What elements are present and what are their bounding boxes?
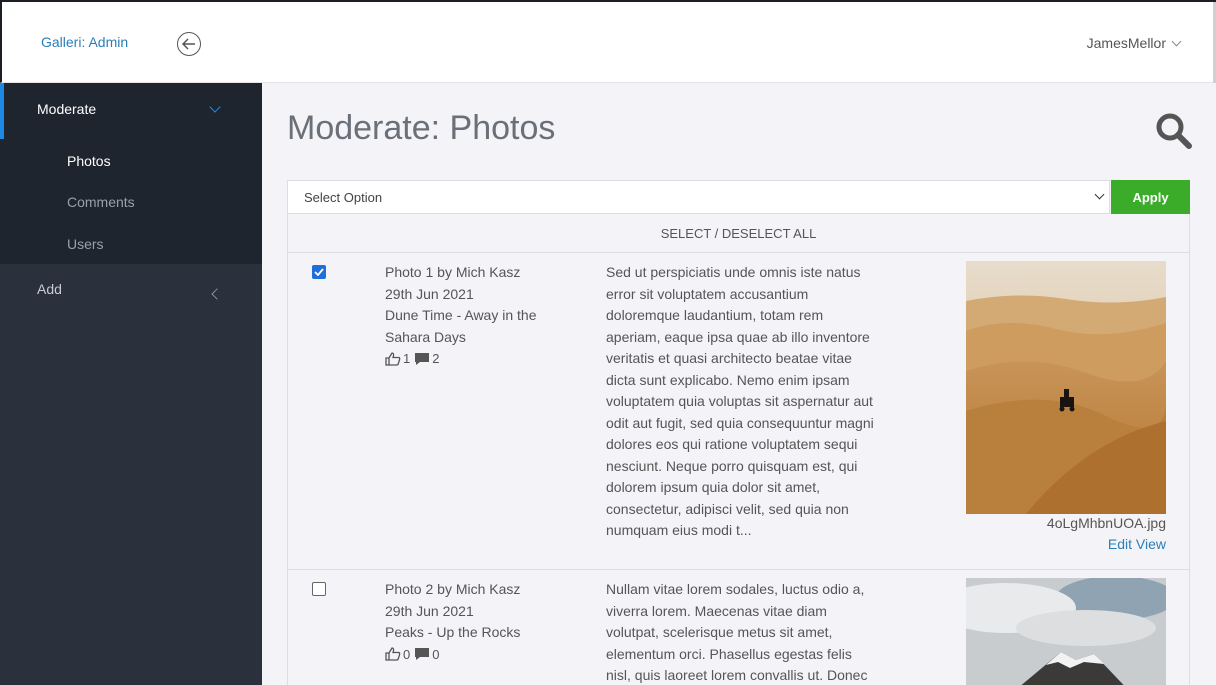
row-checkbox[interactable] bbox=[312, 265, 326, 279]
select-value: Select Option bbox=[304, 190, 383, 205]
sidebar-submenu: Photos Comments Users bbox=[0, 139, 262, 264]
user-name: JamesMellor bbox=[1086, 35, 1166, 51]
like-count: 0 bbox=[403, 646, 411, 662]
page-title: Moderate: Photos bbox=[287, 109, 556, 147]
like-count: 1 bbox=[403, 351, 411, 366]
photo-date: 29th Jun 2021 bbox=[385, 285, 474, 302]
thumbs-up-icon bbox=[385, 352, 401, 366]
arrow-left-icon bbox=[182, 38, 195, 50]
photo-caption: Dune Time - Away in the Sahara Days bbox=[385, 307, 537, 345]
photo-title: Photo 1 by Mich Kasz bbox=[385, 264, 521, 280]
photo-title: Photo 2 by Mich Kasz bbox=[385, 581, 521, 597]
comment-icon bbox=[415, 352, 430, 365]
comment-count: 2 bbox=[432, 351, 440, 366]
photo-info: Photo 2 by Mich Kasz 29th Jun 2021 Peaks… bbox=[385, 579, 575, 665]
photo-stats: 1 2 bbox=[385, 348, 575, 370]
mountain-photo bbox=[966, 578, 1166, 685]
sidebar-item-comments[interactable]: Comments bbox=[67, 194, 135, 210]
sidebar-section-label: Moderate bbox=[37, 101, 97, 117]
table-row: Photo 2 by Mich Kasz 29th Jun 2021 Peaks… bbox=[288, 570, 1189, 685]
user-menu[interactable]: JamesMellor bbox=[1086, 35, 1182, 51]
photo-thumbnail[interactable] bbox=[966, 261, 1166, 514]
sidebar: Moderate Photos Comments Users Add bbox=[0, 83, 262, 685]
main-content: Moderate: Photos Select Option Apply SEL… bbox=[262, 83, 1216, 685]
comment-count: 0 bbox=[432, 646, 440, 662]
top-bar: Galleri: Admin JamesMellor bbox=[0, 0, 1216, 242]
edit-view-link[interactable]: Edit View bbox=[1108, 536, 1166, 552]
photo-stats: 0 0 bbox=[385, 644, 575, 666]
check-icon bbox=[314, 268, 324, 276]
photo-thumbnail[interactable] bbox=[966, 578, 1166, 685]
comment-icon bbox=[415, 648, 430, 661]
chevron-down-icon bbox=[1171, 36, 1182, 46]
thumbs-up-icon bbox=[385, 647, 401, 661]
chevron-down-icon bbox=[1094, 189, 1105, 200]
table-row: Photo 1 by Mich Kasz 29th Jun 2021 Dune … bbox=[288, 253, 1189, 570]
back-button[interactable] bbox=[177, 32, 201, 56]
photo-caption: Peaks - Up the Rocks bbox=[385, 624, 521, 640]
photo-filename: 4oLgMhbnUOA.jpg bbox=[1046, 515, 1166, 531]
bulk-action-row: Select Option Apply bbox=[287, 180, 1190, 214]
photo-table: SELECT / DESELECT ALL Photo 1 by Mich Ka… bbox=[287, 214, 1190, 685]
photo-description: Sed ut perspiciatis unde omnis iste natu… bbox=[606, 264, 874, 538]
brand-link[interactable]: Galleri: Admin bbox=[41, 34, 128, 50]
sidebar-item-users[interactable]: Users bbox=[67, 236, 104, 252]
sidebar-section-add[interactable]: Add bbox=[0, 264, 262, 316]
sidebar-section-label: Add bbox=[37, 281, 62, 297]
sidebar-item-photos[interactable]: Photos bbox=[67, 153, 111, 169]
chevron-down-icon bbox=[209, 101, 221, 113]
desert-photo bbox=[966, 261, 1166, 514]
photo-description: Nullam vitae lorem sodales, luctus odio … bbox=[606, 581, 868, 683]
row-checkbox[interactable] bbox=[312, 582, 326, 596]
apply-button[interactable]: Apply bbox=[1111, 180, 1190, 214]
search-icon[interactable] bbox=[1154, 111, 1194, 151]
select-all-toggle[interactable]: SELECT / DESELECT ALL bbox=[288, 214, 1189, 253]
chevron-left-icon bbox=[211, 288, 223, 300]
photo-date: 29th Jun 2021 bbox=[385, 602, 474, 619]
bulk-action-select[interactable]: Select Option bbox=[287, 180, 1110, 214]
photo-info: Photo 1 by Mich Kasz 29th Jun 2021 Dune … bbox=[385, 262, 575, 370]
sidebar-section-moderate[interactable]: Moderate bbox=[0, 83, 262, 139]
